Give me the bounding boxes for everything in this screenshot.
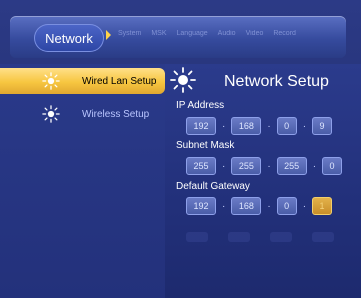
- ip-octet-2[interactable]: 168: [231, 117, 262, 135]
- page-title: Network Setup: [224, 73, 329, 90]
- gateway-octet-4[interactable]: 1: [312, 197, 333, 215]
- ip-octet-1[interactable]: 192: [186, 117, 216, 135]
- tab-network[interactable]: Network: [34, 24, 104, 52]
- ip-octet-3[interactable]: 0: [276, 117, 297, 135]
- ip-address-field: 192 · 168 · 0 · 9: [186, 117, 333, 135]
- sidebar-item-wireless-setup[interactable]: Wireless Setup: [0, 101, 165, 127]
- mask-octet-1[interactable]: 255: [186, 157, 216, 175]
- tab-video[interactable]: Video: [246, 30, 264, 37]
- sun-icon: [170, 67, 196, 93]
- sidebar-item-label: Wired Lan Setup: [82, 75, 157, 87]
- sun-icon: [42, 72, 60, 90]
- sidebar-item-wired-lan-setup[interactable]: Wired Lan Setup: [0, 68, 165, 94]
- arrow-right-icon[interactable]: [106, 30, 111, 40]
- tab-record[interactable]: Record: [273, 30, 296, 37]
- gateway-octet-1[interactable]: 192: [186, 197, 216, 215]
- faded-decoration: [186, 232, 334, 242]
- top-tabs: System MSK Language Audio Video Record: [118, 30, 296, 37]
- sidebar: Wired Lan Setup Wireless Setup: [0, 64, 165, 298]
- tab-system[interactable]: System: [118, 30, 141, 37]
- default-gateway-field: 192 · 168 · 0 · 1: [186, 197, 333, 215]
- tab-language[interactable]: Language: [177, 30, 208, 37]
- tab-msk[interactable]: MSK: [151, 30, 166, 37]
- subnet-mask-field: 255 · 255 · 255 · 0: [186, 157, 343, 175]
- sun-icon: [42, 105, 60, 123]
- mask-octet-4[interactable]: 0: [322, 157, 343, 175]
- gateway-octet-3[interactable]: 0: [276, 197, 297, 215]
- default-gateway-label: Default Gateway: [176, 181, 250, 192]
- ip-address-label: IP Address: [176, 100, 225, 111]
- ip-octet-4[interactable]: 9: [312, 117, 333, 135]
- gateway-octet-2[interactable]: 168: [231, 197, 262, 215]
- tab-audio[interactable]: Audio: [218, 30, 236, 37]
- mask-octet-3[interactable]: 255: [276, 157, 307, 175]
- subnet-mask-label: Subnet Mask: [176, 140, 235, 151]
- mask-octet-2[interactable]: 255: [231, 157, 262, 175]
- sidebar-item-label: Wireless Setup: [82, 108, 150, 120]
